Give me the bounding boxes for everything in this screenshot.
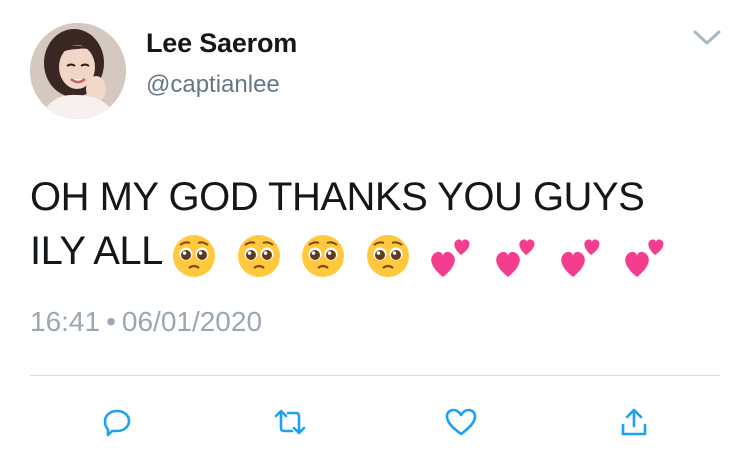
divider [30, 375, 720, 376]
pleading-face-icon [236, 233, 282, 279]
retweet-button[interactable] [270, 402, 310, 442]
chevron-down-icon[interactable] [692, 27, 722, 49]
tweet-text-line-1: OH MY GOD THANKS YOU GUYS [30, 175, 645, 219]
two-hearts-icon [623, 233, 669, 279]
two-hearts-icon [429, 233, 475, 279]
tweet-text: OH MY GOD THANKS YOU GUYS ILY ALL [30, 170, 720, 280]
tweet-timestamp[interactable]: 16:41 • 06/01/2020 [30, 306, 262, 338]
share-button[interactable] [614, 402, 654, 442]
user-handle[interactable]: @captianlee [146, 71, 280, 99]
display-name[interactable]: Lee Saerom [146, 28, 297, 59]
avatar-image [30, 23, 126, 119]
reply-icon [103, 409, 131, 437]
two-hearts-icon [559, 233, 605, 279]
retweet-icon [274, 409, 306, 435]
pleading-face-icon [300, 233, 346, 279]
share-icon [621, 408, 647, 436]
tweet-time: 16:41 [30, 306, 101, 337]
like-button[interactable] [441, 402, 481, 442]
pleading-face-icon [365, 233, 411, 279]
tweet-card: Lee Saerom @captianlee OH MY GOD THANKS … [0, 0, 750, 468]
tweet-text-line-2-text: ILY ALL [30, 229, 163, 273]
emoji-row [171, 226, 677, 280]
tweet-date: 06/01/2020 [121, 306, 263, 337]
avatar[interactable] [30, 23, 126, 119]
tweet-text-line-2: ILY ALL [30, 224, 720, 280]
pleading-face-icon [171, 233, 217, 279]
heart-icon [445, 408, 477, 436]
timestamp-separator: • [106, 306, 116, 337]
reply-button[interactable] [97, 402, 137, 442]
two-hearts-icon [494, 233, 540, 279]
